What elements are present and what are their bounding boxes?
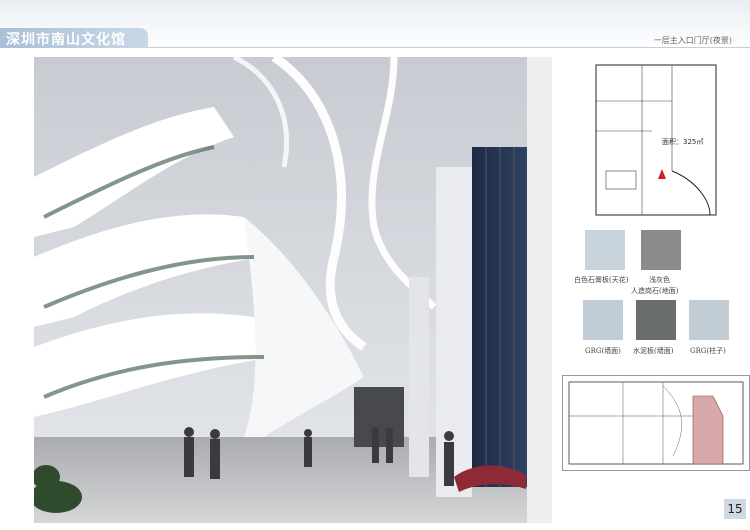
interior-rendering bbox=[34, 57, 552, 523]
title-box: 深圳市南山文化馆 bbox=[0, 28, 148, 48]
site-plan bbox=[562, 375, 750, 471]
material-label: GRG(墙面) bbox=[585, 347, 621, 355]
site-plan-drawing bbox=[568, 381, 744, 465]
header-divider bbox=[148, 47, 750, 48]
atrium-illustration bbox=[34, 57, 552, 523]
floor-area-label: 面积：325㎡ bbox=[662, 138, 704, 146]
material-label: GRG(柱子) bbox=[690, 347, 726, 355]
material-swatch bbox=[636, 300, 676, 340]
material-label: 白色石膏板(天花) bbox=[574, 276, 629, 284]
material-swatch bbox=[585, 230, 625, 270]
material-label: 水泥板(墙面) bbox=[633, 347, 674, 355]
page-title: 深圳市南山文化馆 bbox=[6, 32, 126, 48]
page-subtitle: 一层主入口门厅(夜景) bbox=[653, 36, 732, 45]
page-number: 15 bbox=[727, 502, 743, 516]
material-swatch bbox=[641, 230, 681, 270]
material-label: 人造岗石(地面) bbox=[631, 287, 679, 295]
material-label: 浅灰色 bbox=[649, 276, 670, 284]
material-swatch bbox=[583, 300, 623, 340]
material-swatch bbox=[689, 300, 729, 340]
page-number-box: 15 bbox=[724, 499, 746, 519]
